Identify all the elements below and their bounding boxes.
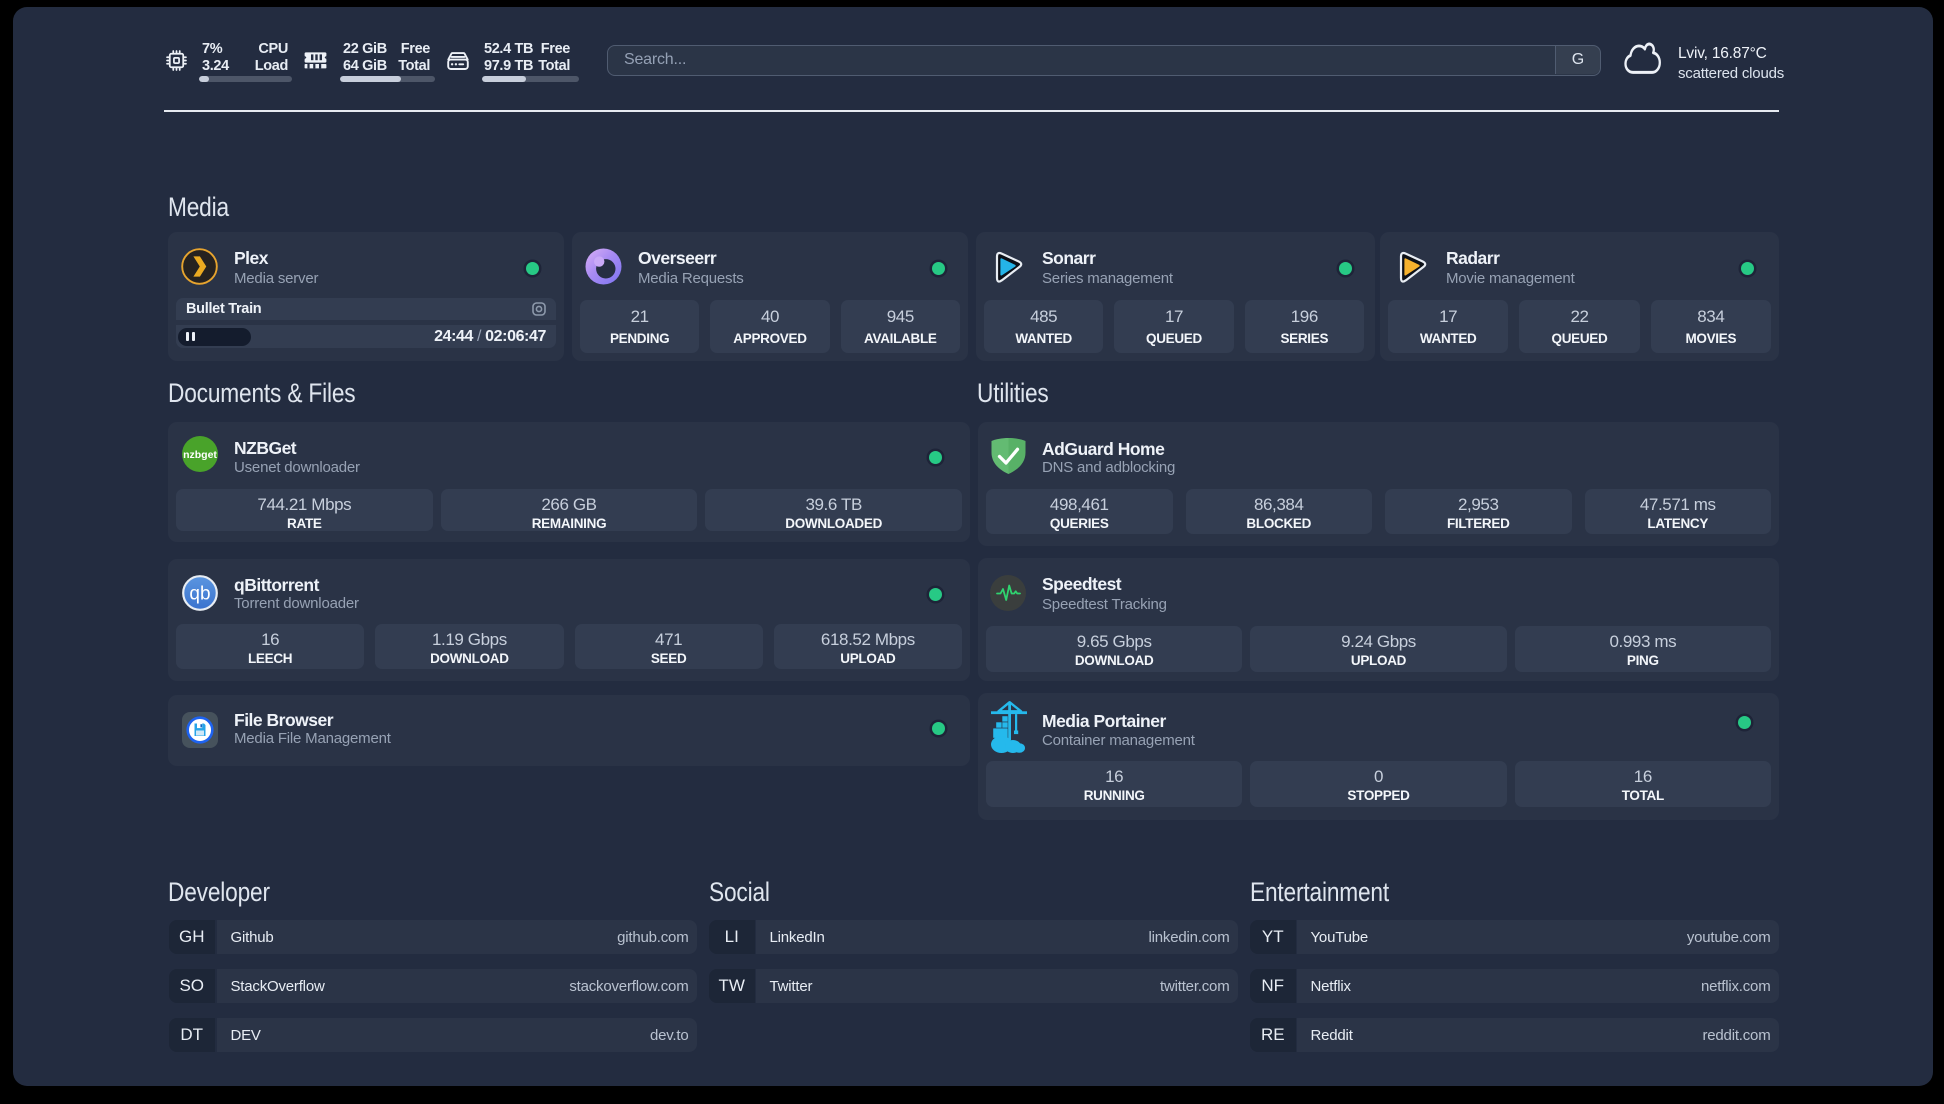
svg-text:nzbget: nzbget [183,449,217,461]
svg-text:qb: qb [189,584,210,605]
